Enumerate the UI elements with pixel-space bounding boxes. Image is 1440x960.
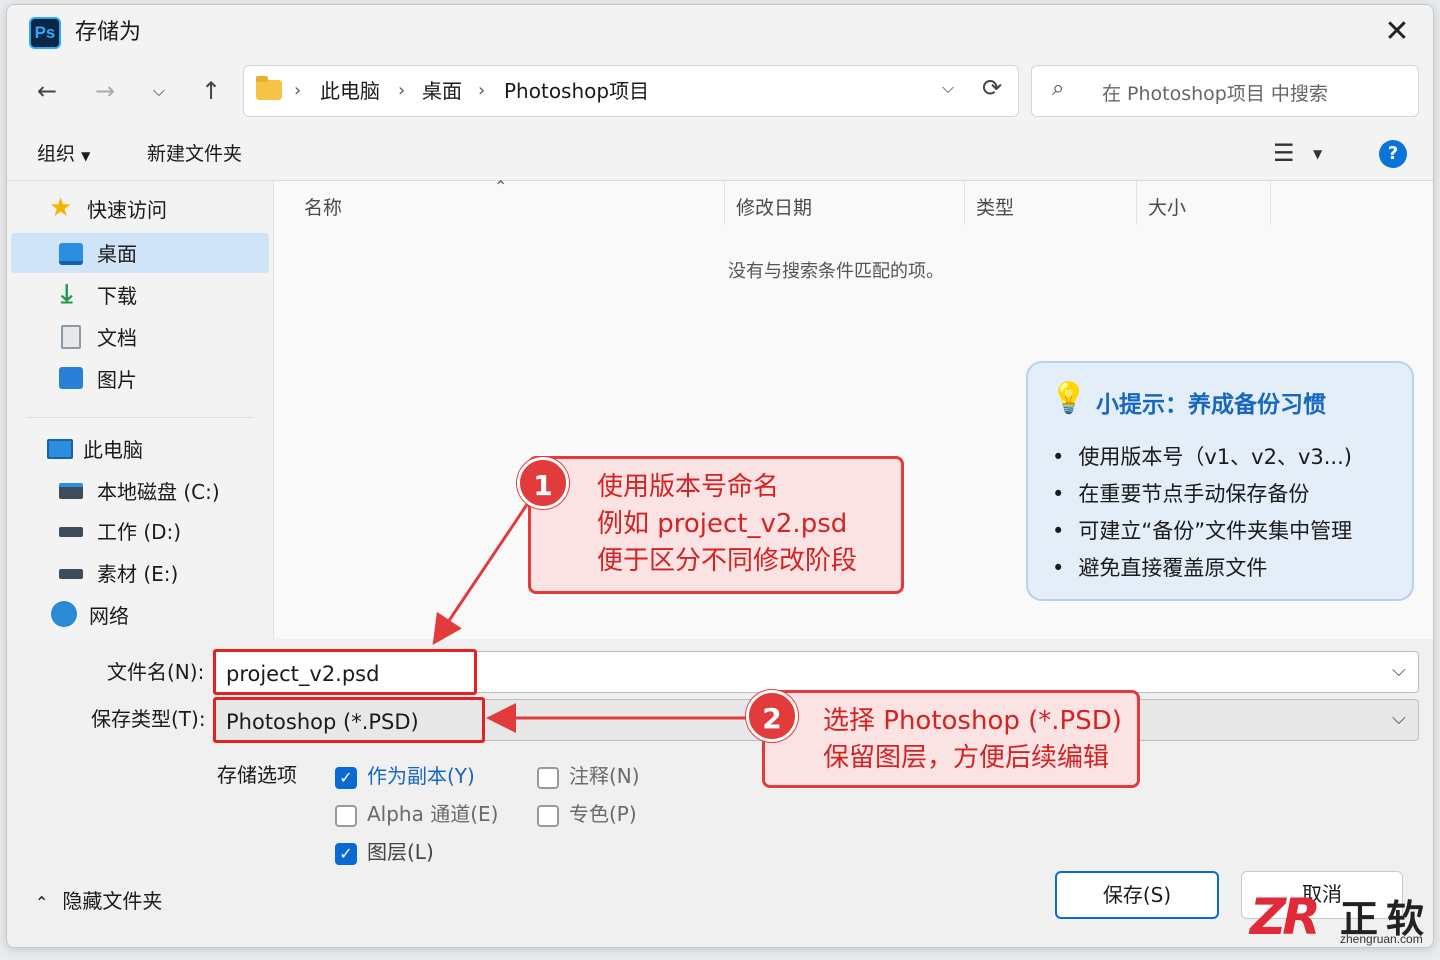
- callout-2-text: 选择 Photoshop (*.PSD) 保留图层，方便后续编辑: [823, 703, 1122, 777]
- callout-1-badge: 1: [517, 457, 569, 509]
- callout-line: 保留图层，方便后续编辑: [823, 743, 1110, 773]
- callout-2-box: 选择 Photoshop (*.PSD) 保留图层，方便后续编辑: [762, 690, 1140, 788]
- callout-line: 选择 Photoshop (*.PSD): [823, 706, 1122, 736]
- callout-line: 便于区分不同修改阶段: [597, 546, 858, 576]
- arrow-to-filename: [432, 499, 532, 645]
- callout-2-badge: 2: [746, 690, 798, 742]
- watermark-url: zhengruan.com: [1340, 932, 1423, 946]
- callout-1-text: 使用版本号命名 例如 project_v2.psd 便于区分不同修改阶段: [597, 469, 857, 580]
- watermark-logo: ZR: [1250, 888, 1321, 946]
- callout-1-box: 使用版本号命名 例如 project_v2.psd 便于区分不同修改阶段: [528, 456, 904, 594]
- callout-line: 使用版本号命名: [597, 472, 780, 502]
- watermark: ZR 正软 zhengruan.com: [1250, 884, 1440, 960]
- callout-line: 例如 project_v2.psd: [597, 509, 848, 539]
